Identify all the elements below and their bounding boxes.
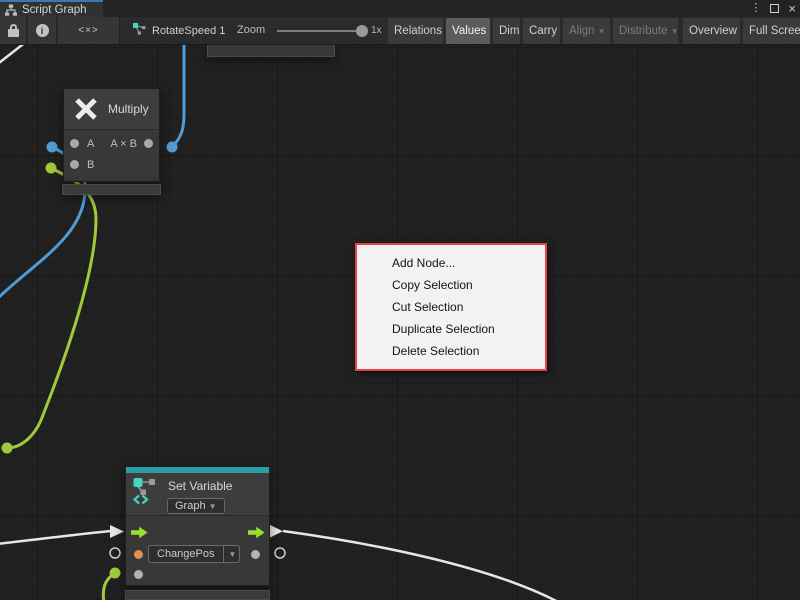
title-bar: Script Graph ⋮ × [0, 0, 800, 17]
menu-item-delete-selection[interactable]: Delete Selection [357, 340, 545, 362]
menu-item-duplicate-selection[interactable]: Duplicate Selection [357, 318, 545, 340]
input-port-b[interactable] [70, 160, 79, 169]
set-variable-body: ChangePos ▼ [126, 516, 269, 585]
node-set-variable[interactable]: Set Variable Graph ▼ [125, 466, 270, 586]
info-button[interactable]: i [28, 17, 57, 44]
node-title: Set Variable [168, 479, 232, 493]
wire-endpoint-green [2, 443, 13, 454]
graph-toolbar: i <×> RotateSpeed 1 Zoom 1x Relations Va… [0, 17, 800, 45]
zoom-label: Zoom [237, 17, 265, 44]
menu-item-add-node[interactable]: Add Node... [357, 252, 545, 274]
port-row-a: A A × B [64, 133, 159, 154]
set-variable-footer-strip [125, 590, 270, 600]
window-menu-icon[interactable]: ⋮ [750, 0, 761, 17]
variable-name-dropdown[interactable]: ChangePos ▼ [148, 545, 240, 563]
chevron-down-icon[interactable]: ▼ [223, 546, 239, 562]
value-output-port[interactable] [251, 550, 260, 559]
chevron-down-icon: ▼ [209, 502, 217, 511]
graph-hierarchy-icon [5, 4, 17, 16]
edit-graph-button[interactable]: <×> [58, 17, 120, 44]
window-close-icon[interactable]: × [788, 1, 796, 16]
multiply-header: Multiply [64, 89, 159, 130]
flow-out-arrowhead [269, 525, 283, 539]
carry-button[interactable]: Carry [523, 18, 560, 44]
unconnected-port-circle[interactable] [110, 548, 120, 558]
zoom-value: 1x [371, 17, 382, 44]
values-button[interactable]: Values [446, 18, 490, 44]
wire-endpoint-blue [167, 142, 178, 153]
dim-button[interactable]: Dim [493, 18, 520, 44]
output-port[interactable] [144, 139, 153, 148]
tab-title: Script Graph [22, 4, 87, 16]
unconnected-port-circle[interactable] [275, 548, 285, 558]
chevron-down-icon: ▼ [598, 27, 606, 36]
wire-white-top-left [0, 45, 31, 66]
lock-icon [8, 24, 19, 37]
multiply-body: A A × B B [64, 130, 159, 181]
variable-scope-dropdown[interactable]: Graph ▼ [167, 498, 225, 514]
distribute-dropdown[interactable]: Distribute▼ [613, 18, 678, 44]
graph-node-icon [133, 22, 147, 40]
partially-hidden-node[interactable] [207, 45, 335, 57]
wire-endpoint-blue [47, 142, 58, 153]
flow-input-port[interactable] [131, 526, 148, 539]
node-title: Multiply [108, 102, 149, 116]
value-input-port[interactable] [134, 570, 143, 579]
wire-endpoint-green [46, 163, 57, 174]
flow-output-port[interactable] [248, 526, 265, 539]
node-multiply[interactable]: Multiply A A × B B [63, 88, 160, 182]
port-label-out: A × B [110, 138, 137, 150]
wire-endpoint-green [110, 568, 121, 579]
code-brackets-icon: <×> [78, 25, 99, 36]
graph-canvas[interactable]: Multiply A A × B B [0, 45, 800, 600]
wire-white-flow-in [0, 531, 111, 544]
wire-blue-output [172, 45, 184, 147]
relations-button[interactable]: Relations [388, 18, 443, 44]
input-port-a[interactable] [70, 139, 79, 148]
script-graph-window: Script Graph ⋮ × i <×> [0, 0, 800, 600]
flow-in-arrowhead [110, 525, 124, 538]
window-maximize-icon[interactable] [770, 4, 779, 13]
menu-item-cut-selection[interactable]: Cut Selection [357, 296, 545, 318]
zoom-slider-handle[interactable] [356, 25, 368, 37]
tab-script-graph[interactable]: Script Graph [0, 0, 103, 17]
wire-green-bottom [103, 574, 114, 600]
port-label-a: A [87, 138, 94, 150]
info-icon: i [36, 24, 49, 37]
full-screen-button[interactable]: Full Screen [743, 18, 800, 44]
lock-button[interactable] [0, 17, 27, 44]
context-menu: Add Node... Copy Selection Cut Selection… [355, 243, 547, 371]
port-row-b: B [64, 154, 159, 175]
multiply-x-icon [73, 96, 99, 122]
graph-name-breadcrumb[interactable]: RotateSpeed 1 [133, 17, 225, 44]
zoom-slider-track[interactable] [277, 30, 367, 32]
menu-item-copy-selection[interactable]: Copy Selection [357, 274, 545, 296]
variable-name-port[interactable] [134, 550, 143, 559]
chevron-down-icon: ▼ [671, 27, 679, 36]
wire-white-flow-out [283, 531, 562, 600]
set-variable-header: Set Variable Graph ▼ [126, 473, 269, 516]
set-variable-icon [132, 476, 160, 509]
multiply-footer-strip [62, 184, 161, 195]
overview-button[interactable]: Overview [683, 18, 740, 44]
graph-name-label: RotateSpeed 1 [152, 25, 225, 37]
port-label-b: B [87, 159, 94, 171]
align-dropdown[interactable]: Align▼ [563, 18, 610, 44]
